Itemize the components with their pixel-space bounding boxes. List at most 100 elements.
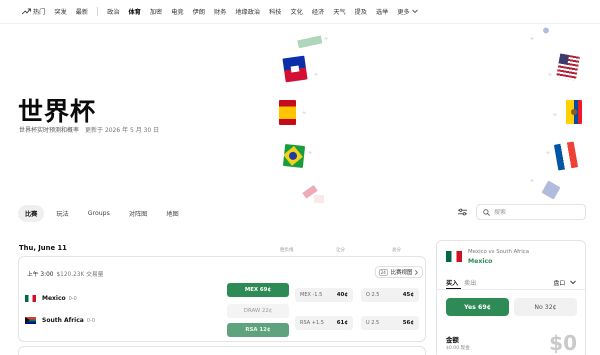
nav-label: 体育	[128, 9, 141, 16]
spread-home-button[interactable]: MEX -1.5 40¢	[295, 288, 353, 302]
volume-text: $120.23K 交易量	[56, 272, 104, 278]
flag-usa-icon	[556, 53, 580, 81]
nav-breaking[interactable]: 突发	[54, 7, 66, 16]
panel-divider	[437, 289, 585, 290]
odd-price: 61¢	[336, 320, 348, 326]
nav-divider	[97, 7, 99, 16]
flag-spain-icon	[279, 100, 296, 125]
decor-mark: ≈	[553, 112, 558, 118]
moneyline-draw-button[interactable]: DRAW 22¢	[227, 304, 289, 318]
flag-decoration	[541, 180, 561, 200]
search-input[interactable]	[494, 208, 584, 216]
team-name: South Africa	[42, 317, 84, 324]
match-card[interactable]	[18, 346, 426, 355]
nav-label: 选举	[376, 9, 389, 16]
no-button[interactable]: No 32¢	[514, 298, 577, 316]
nav-sports[interactable]: 体育	[129, 7, 141, 16]
decor-mark: ≈	[548, 72, 553, 78]
nav-iran[interactable]: 伊朗	[193, 7, 205, 16]
flag-mexico-icon	[25, 295, 36, 302]
nav-label: 伊朗	[192, 9, 205, 16]
odd-price: 56¢	[402, 320, 414, 326]
tab-bracket[interactable]: 对阵图	[122, 205, 155, 222]
day-label: Thu, June 11	[19, 244, 67, 252]
filter-button[interactable]	[452, 205, 472, 219]
panel-match-title: Mexico vs South Africa	[468, 249, 530, 255]
nav-politics[interactable]: 政治	[107, 7, 119, 16]
moneyline-away-button[interactable]: RSA 12¢	[227, 323, 289, 337]
odd-price: 45¢	[402, 292, 414, 298]
tab-groups[interactable]: Groups	[81, 206, 117, 221]
nav-label: 突发	[54, 9, 67, 16]
decor-mark: ≈	[546, 150, 551, 156]
decor-mark: ≈	[308, 150, 313, 156]
sliders-icon	[457, 208, 467, 216]
tab-buy[interactable]: 买入	[446, 278, 458, 287]
nav-label: 文化	[290, 9, 303, 16]
nav-label: 电竞	[171, 9, 184, 16]
order-type-label: 盘口	[553, 281, 566, 287]
decor-mark: ≈	[314, 72, 319, 78]
nav-finance[interactable]: 财务	[214, 7, 226, 16]
tab-sell[interactable]: 卖出	[464, 278, 476, 287]
search-box[interactable]	[476, 204, 586, 220]
decor-mark: ≈	[324, 36, 329, 42]
odd-label: MEX -1.5	[300, 292, 323, 298]
nav-tech[interactable]: 科技	[269, 7, 281, 16]
updated-text: 更新于 2026 年 5 月 30 日	[85, 127, 160, 134]
flag-ecuador-icon	[566, 100, 582, 124]
flag-france-icon	[553, 141, 579, 171]
odd-label: U 2.5	[366, 320, 380, 326]
nav-geopolitics[interactable]: 地缘政治	[235, 7, 260, 16]
team-name: Mexico	[42, 295, 66, 302]
page-subtitle: 世界杯实时预测和概率 更新于 2026 年 5 月 30 日	[19, 125, 159, 134]
spread-away-button[interactable]: RSA +1.5 61¢	[295, 316, 353, 330]
tab-props[interactable]: 玩法	[49, 205, 75, 222]
nav-label: 最新	[75, 9, 89, 16]
nav-trending[interactable]: 热门	[22, 7, 45, 16]
nav-economy[interactable]: 经济	[312, 7, 324, 16]
odd-price: 40¢	[336, 292, 348, 298]
panel-pick: Mexico	[468, 258, 493, 265]
subtitle-text: 世界杯实时预测和概率	[19, 127, 80, 134]
nav-culture[interactable]: 文化	[291, 7, 303, 16]
team-record: 0-0	[86, 317, 95, 324]
nav-label: 加密	[149, 9, 163, 16]
col-spread: 让分	[336, 248, 345, 253]
match-view-button[interactable]: 24 比赛视图	[375, 266, 423, 278]
nav-esports[interactable]: 电竞	[171, 7, 183, 16]
kickoff-info: 上午 3:00 $120.23K 交易量	[27, 269, 103, 278]
nav-new[interactable]: 最新	[76, 7, 88, 16]
flag-decoration	[314, 195, 324, 203]
yes-button[interactable]: Yes 69¢	[446, 298, 509, 316]
odd-label: O 2.5	[366, 292, 380, 298]
moneyline-home-button[interactable]: MEX 69¢	[227, 283, 289, 297]
col-total: 总分	[392, 248, 401, 253]
flag-south-africa-icon	[25, 317, 36, 324]
kickoff-time: 上午 3:00	[27, 272, 54, 278]
nav-mentions[interactable]: 提及	[355, 7, 367, 16]
flag-decoration	[295, 27, 323, 49]
nav-elections[interactable]: 选举	[376, 7, 388, 16]
team-away: South Africa 0-0	[25, 317, 95, 324]
nav-crypto[interactable]: 加密	[150, 7, 162, 16]
decor-mark: ≈	[302, 110, 307, 116]
trend-icon	[22, 8, 31, 15]
flag-decoration	[538, 22, 554, 39]
team-home: Mexico 0-0	[25, 295, 77, 302]
amount-input[interactable]: $0	[549, 331, 577, 355]
tab-matches[interactable]: 比赛	[18, 205, 45, 222]
nav-label: 更多	[397, 9, 410, 16]
nav-weather[interactable]: 天气	[333, 7, 345, 16]
match-card[interactable]: 上午 3:00 $120.23K 交易量 24 比赛视图 Mexico 0-0 So…	[18, 256, 426, 342]
nav-more[interactable]: 更多	[397, 7, 418, 16]
order-type-select[interactable]: 盘口	[554, 278, 576, 287]
total-under-button[interactable]: U 2.5 56¢	[361, 316, 419, 330]
active-tab-indicator	[446, 288, 461, 289]
chevron-down-icon	[570, 280, 576, 285]
tab-map[interactable]: 地图	[159, 205, 185, 222]
search-icon	[483, 208, 490, 216]
total-over-button[interactable]: O 2.5 45¢	[361, 288, 419, 302]
flag-brazil-icon	[282, 144, 306, 168]
flag-haiti-icon	[282, 55, 308, 83]
